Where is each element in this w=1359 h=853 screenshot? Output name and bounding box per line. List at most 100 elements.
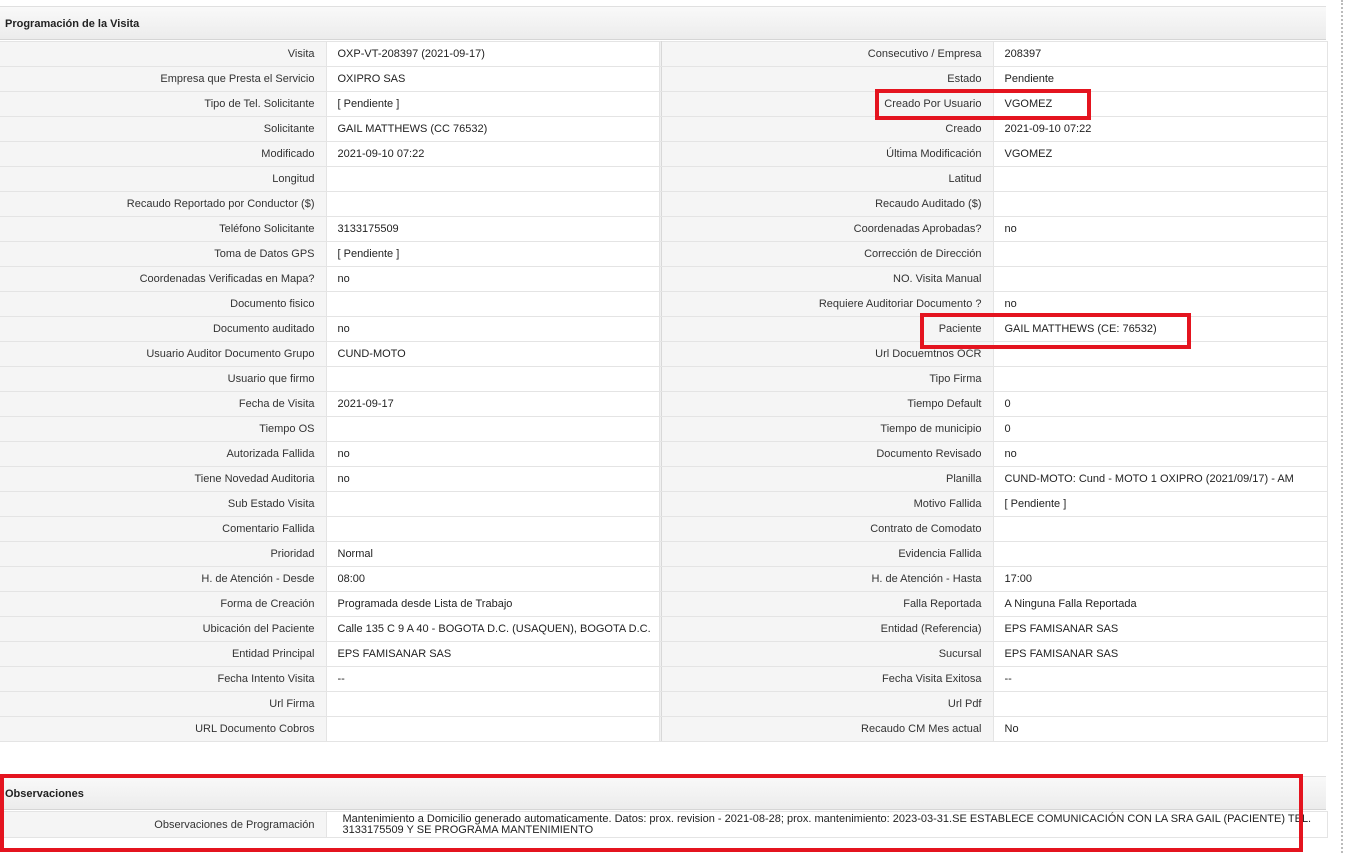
table-row: Prioridad Normal Evidencia Fallida [0, 541, 1328, 567]
field-label: Recaudo Auditado ($) [661, 191, 994, 217]
field-value [326, 166, 660, 192]
table-row: Fecha Intento Visita -- Fecha Visita Exit… [0, 666, 1328, 692]
field-value: no [326, 316, 660, 342]
table-row: URL Documento Cobros Recaudo CM Mes actua… [0, 716, 1328, 742]
table-row: Usuario que firmo Tipo Firma [0, 366, 1328, 392]
field-label: NO. Visita Manual [661, 266, 994, 292]
table-row: Longitud Latitud [0, 166, 1328, 192]
field-value: OXP-VT-208397 (2021-09-17) [326, 41, 660, 67]
field-value: Normal [326, 541, 660, 567]
field-value: EPS FAMISANAR SAS [993, 616, 1328, 642]
field-label: Contrato de Comodato [661, 516, 994, 542]
table-row: Visita OXP-VT-208397 (2021-09-17) Consecut… [0, 41, 1328, 67]
field-label: Corrección de Dirección [661, 241, 994, 267]
field-value: 2021-09-10 07:22 [993, 116, 1328, 142]
field-value: VGOMEZ [993, 141, 1328, 167]
field-value: 2021-09-17 [326, 391, 660, 417]
table-row: Observaciones de Programación Mantenimie… [0, 811, 1328, 838]
field-value [993, 541, 1328, 567]
field-label: Coordenadas Verificadas en Mapa? [0, 266, 327, 292]
field-label: Motivo Fallida [661, 491, 994, 517]
field-value [993, 341, 1328, 367]
field-label: Última Modificación [661, 141, 994, 167]
field-value: GAIL MATTHEWS (CE: 76532) [993, 316, 1328, 342]
field-label: Documento auditado [0, 316, 327, 342]
field-value: 17:00 [993, 566, 1328, 592]
visit-details-table: Visita OXP-VT-208397 (2021-09-17) Consecut… [0, 41, 1328, 742]
field-label: Entidad (Referencia) [661, 616, 994, 642]
field-label: Autorizada Fallida [0, 441, 327, 467]
table-row: Teléfono Solicitante 3133175509 Coordenada… [0, 216, 1328, 242]
field-value [993, 516, 1328, 542]
table-row: Comentario Fallida Contrato de Comodato [0, 516, 1328, 542]
field-label: Usuario que firmo [0, 366, 327, 392]
field-value: 3133175509 [326, 216, 660, 242]
field-label: Fecha Intento Visita [0, 666, 327, 692]
field-label: Toma de Datos GPS [0, 241, 327, 267]
field-label: Tiene Novedad Auditoria [0, 466, 327, 492]
field-label: Coordenadas Aprobadas? [661, 216, 994, 242]
field-value [326, 366, 660, 392]
table-row: Usuario Auditor Documento Grupo CUND-MOTO… [0, 341, 1328, 367]
field-value: GAIL MATTHEWS (CC 76532) [326, 116, 660, 142]
table-row: Url Firma Url Pdf [0, 691, 1328, 717]
field-label: Tipo de Tel. Solicitante [0, 91, 327, 117]
field-value [326, 516, 660, 542]
field-label: Visita [0, 41, 327, 67]
field-value: VGOMEZ [993, 91, 1328, 117]
field-label: Url Pdf [661, 691, 994, 717]
field-value: EPS FAMISANAR SAS [993, 641, 1328, 667]
table-row: Documento auditado no Paciente GAIL MATTHE… [0, 316, 1328, 342]
field-value [326, 691, 660, 717]
field-label: Entidad Principal [0, 641, 327, 667]
field-value: 0 [993, 391, 1328, 417]
table-row: Tipo de Tel. Solicitante[ Pendiente ] Cre… [0, 91, 1328, 117]
table-row: Empresa que Presta el Servicio OXIPRO SAS… [0, 66, 1328, 92]
field-label: Teléfono Solicitante [0, 216, 327, 242]
table-row: Entidad Principal EPS FAMISANAR SAS Sucurs… [0, 641, 1328, 667]
table-row: Forma de Creación Programada desde Lista … [0, 591, 1328, 617]
field-value: [ Pendiente ] [993, 491, 1328, 517]
field-label: Solicitante [0, 116, 327, 142]
observaciones-table: Observaciones de Programación Mantenimie… [0, 811, 1328, 838]
field-value: no [993, 441, 1328, 467]
field-label: Tiempo Default [661, 391, 994, 417]
field-value [993, 366, 1328, 392]
field-value: Programada desde Lista de Trabajo [326, 591, 660, 617]
field-label: Sucursal [661, 641, 994, 667]
field-value: No [993, 716, 1328, 742]
field-label: Estado [661, 66, 994, 92]
field-value [993, 266, 1328, 292]
field-label: Tipo Firma [661, 366, 994, 392]
field-label: Fecha Visita Exitosa [661, 666, 994, 692]
field-value: no [993, 216, 1328, 242]
field-label: Usuario Auditor Documento Grupo [0, 341, 327, 367]
field-value [326, 291, 660, 317]
field-value: no [993, 291, 1328, 317]
field-value [326, 191, 660, 217]
field-value [326, 416, 660, 442]
field-label: Ubicación del Paciente [0, 616, 327, 642]
table-row: Fecha de Visita 2021-09-17 Tiempo Default… [0, 391, 1328, 417]
field-value: OXIPRO SAS [326, 66, 660, 92]
field-value [326, 491, 660, 517]
field-label: Url Firma [0, 691, 327, 717]
field-label: Evidencia Fallida [661, 541, 994, 567]
field-label: H. de Atención - Hasta [661, 566, 994, 592]
table-row: H. de Atención - Desde 08:00 H. de Atenció… [0, 566, 1328, 592]
field-label: Paciente [661, 316, 994, 342]
field-label: Documento fisico [0, 291, 327, 317]
field-label: Creado [661, 116, 994, 142]
field-label: Requiere Auditoriar Documento ? [661, 291, 994, 317]
field-label: URL Documento Cobros [0, 716, 327, 742]
field-label: Observaciones de Programación [0, 811, 327, 838]
field-label: Longitud [0, 166, 327, 192]
field-label: Fecha de Visita [0, 391, 327, 417]
field-label: Planilla [661, 466, 994, 492]
table-row: Tiempo OS Tiempo de municipio 0 [0, 416, 1328, 442]
table-row: Solicitante GAIL MATTHEWS (CC 76532) Cread… [0, 116, 1328, 142]
field-label: Empresa que Presta el Servicio [0, 66, 327, 92]
field-label: Comentario Fallida [0, 516, 327, 542]
field-label: Url Docuemtnos OCR [661, 341, 994, 367]
field-value: 08:00 [326, 566, 660, 592]
